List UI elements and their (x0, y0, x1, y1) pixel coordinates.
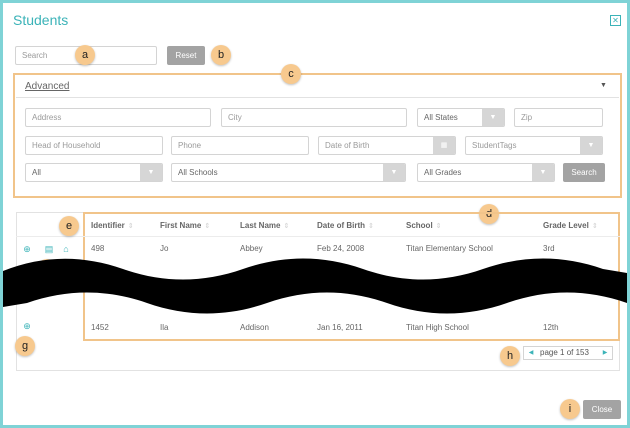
close-icon[interactable]: ✕ (610, 15, 621, 26)
header-divider (16, 236, 620, 237)
add-circle-icon[interactable]: ⊕ (22, 321, 32, 331)
zip-input[interactable]: Zip (514, 108, 603, 127)
prev-page-icon[interactable]: ◀ (525, 347, 537, 359)
col-grade-level[interactable]: Grade Level ⇕ (543, 221, 598, 230)
chevron-down-icon: ▼ (532, 164, 554, 181)
calendar-icon: ▦ (433, 137, 455, 154)
row-last-school: Titan High School (406, 323, 469, 332)
row-last-grade: 12th (543, 323, 559, 332)
pagination: ◀ page 1 of 153 ▶ (523, 346, 613, 360)
col-date-of-birth[interactable]: Date of Birth ⇕ (317, 221, 374, 230)
row-last-dob: Jan 16, 2011 (317, 323, 363, 332)
zip-placeholder: Zip (521, 113, 533, 122)
grades-value: All Grades (424, 168, 462, 177)
chevron-down-icon: ▼ (482, 109, 504, 126)
chevron-down-icon: ▼ (580, 137, 602, 154)
dialog-title: Students (13, 12, 69, 28)
dob-input[interactable]: Date of Birth ▦ (318, 136, 456, 155)
schools-value: All Schools (178, 168, 218, 177)
redaction-overlay (3, 258, 627, 314)
reset-button[interactable]: Reset (167, 46, 205, 65)
state-value: All States (424, 113, 458, 122)
students-dialog: Students ✕ Search Reset a b Advanced ▼ c… (0, 0, 630, 428)
row1-last-name: Abbey (240, 244, 263, 253)
tags-placeholder: StudentTags (472, 141, 517, 150)
city-placeholder: City (228, 113, 242, 122)
close-button[interactable]: Close (583, 400, 621, 419)
address-input[interactable]: Address (25, 108, 211, 127)
grades-select[interactable]: All Grades ▼ (417, 163, 555, 182)
col-last-name[interactable]: Last Name ⇕ (240, 221, 289, 230)
schools-select[interactable]: All Schools ▼ (171, 163, 406, 182)
col-identifier[interactable]: Identifier ⇕ (91, 221, 134, 230)
state-select[interactable]: All States ▼ (417, 108, 505, 127)
col-first-name[interactable]: First Name ⇕ (160, 221, 210, 230)
advanced-toggle[interactable]: Advanced (25, 81, 69, 92)
dob-placeholder: Date of Birth (325, 141, 370, 150)
row-last-first-name: Ila (160, 323, 169, 332)
household-input[interactable]: Head of Household (25, 136, 163, 155)
chevron-down-icon[interactable]: ▼ (600, 82, 607, 89)
next-page-icon[interactable]: ▶ (599, 347, 611, 359)
address-placeholder: Address (32, 113, 62, 122)
callout-i: i (560, 399, 580, 419)
callout-b: b (211, 45, 231, 65)
callout-e: e (59, 216, 79, 236)
chevron-down-icon: ▼ (140, 164, 162, 181)
row-last-identifier: 1452 (91, 323, 109, 332)
search-placeholder: Search (22, 51, 48, 60)
phone-input[interactable]: Phone (171, 136, 309, 155)
callout-c: c (281, 64, 301, 84)
advanced-search-button[interactable]: Search (563, 163, 605, 182)
advanced-divider (16, 97, 619, 98)
household-placeholder: Head of Household (32, 141, 101, 150)
add-circle-icon[interactable]: ⊕ (22, 244, 32, 254)
type-value: All (32, 168, 41, 177)
row-last-last-name: Addison (240, 323, 269, 332)
phone-placeholder: Phone (178, 141, 202, 150)
row1-dob: Feb 24, 2008 (317, 244, 365, 253)
row1-first-name: Jo (160, 244, 169, 253)
tags-select[interactable]: StudentTags ▼ (465, 136, 603, 155)
callout-g: g (15, 336, 35, 356)
pager-text: page 1 of 153 (540, 348, 589, 357)
callout-a: a (75, 45, 95, 65)
id-card-icon[interactable]: ▤ (44, 244, 54, 254)
col-school[interactable]: School ⇕ (406, 221, 442, 230)
type-select[interactable]: All ▼ (25, 163, 163, 182)
row1-identifier: 498 (91, 244, 105, 253)
city-input[interactable]: City (221, 108, 407, 127)
row1-grade: 3rd (543, 244, 555, 253)
callout-h: h (500, 346, 520, 366)
home-icon[interactable]: ⌂ (61, 244, 71, 254)
chevron-down-icon: ▼ (383, 164, 405, 181)
row1-school: Titan Elementary School (406, 244, 493, 253)
